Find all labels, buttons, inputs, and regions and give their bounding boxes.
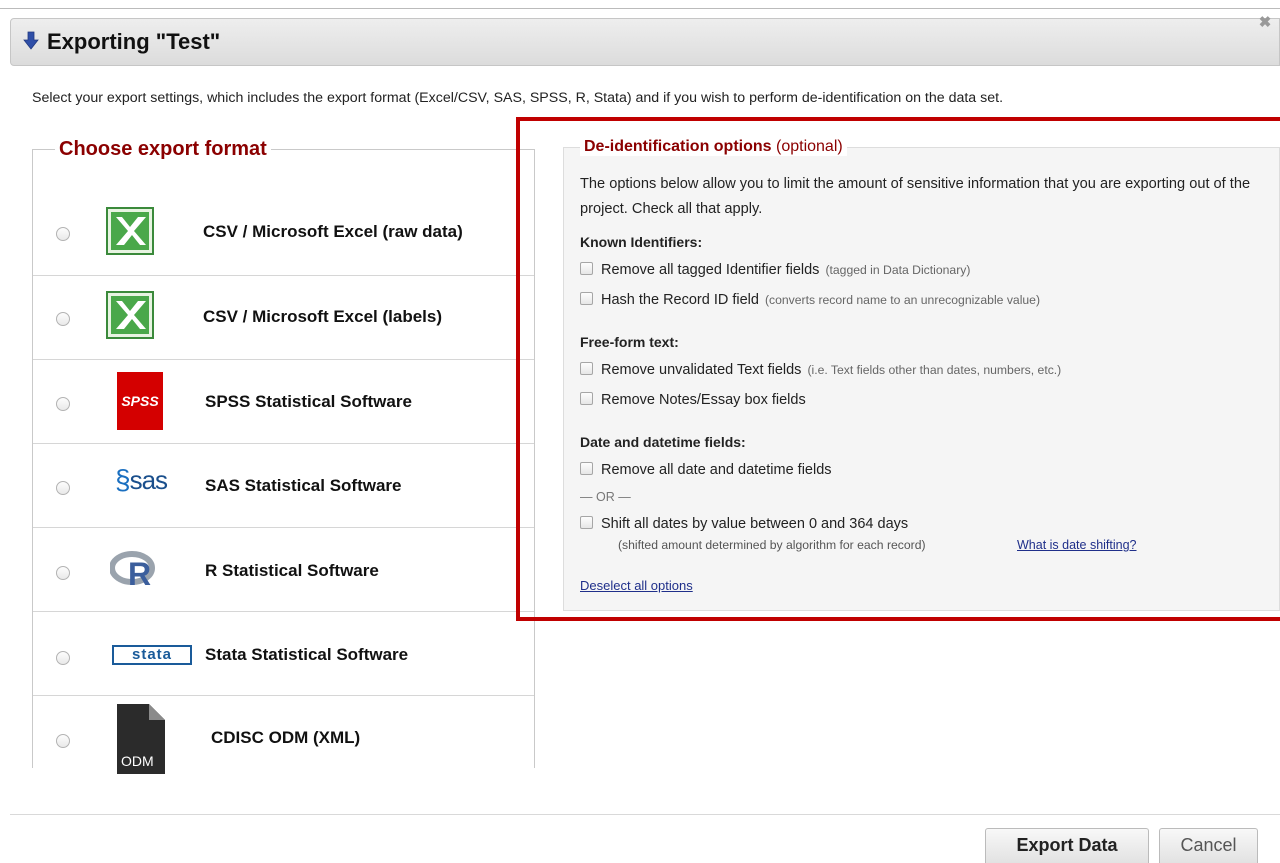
format-radio-r[interactable]: [56, 566, 70, 580]
format-radio-sas[interactable]: [56, 481, 70, 495]
export-data-button[interactable]: Export Data: [985, 828, 1149, 863]
format-label-cdisc: CDISC ODM (XML): [211, 728, 361, 747]
sas-logo-icon: §sas: [115, 464, 168, 495]
close-icon[interactable]: ✖: [1256, 14, 1274, 32]
r-logo-icon: R: [110, 551, 155, 592]
odm-file-text: ODM: [121, 753, 154, 769]
format-radio-csv-raw[interactable]: [56, 227, 70, 241]
top-divider: [0, 0, 1280, 9]
export-format-legend: Choose export format: [59, 138, 267, 160]
format-label-csv-raw: CSV / Microsoft Excel (raw data): [203, 222, 463, 241]
format-option-r[interactable]: R R Statistical Software: [33, 528, 534, 612]
dialog-titlebar[interactable]: Exporting "Test": [10, 18, 1280, 66]
format-option-csv-raw[interactable]: CSV / Microsoft Excel (raw data): [33, 192, 534, 276]
format-option-stata[interactable]: stata Stata Statistical Software: [33, 612, 534, 696]
format-label-r: R Statistical Software: [205, 561, 379, 580]
format-radio-csv-labels[interactable]: [56, 312, 70, 326]
format-option-spss[interactable]: SPSS SPSS Statistical Software: [33, 360, 534, 444]
format-radio-cdisc[interactable]: [56, 734, 70, 748]
format-radio-stata[interactable]: [56, 651, 70, 665]
stata-logo-icon: stata: [112, 645, 192, 665]
footer-divider: [10, 814, 1280, 815]
sas-logo-text: sas: [129, 465, 168, 495]
excel-icon: [106, 291, 154, 339]
export-format-panel: Choose export format CSV / Microsoft Exc…: [32, 138, 535, 780]
excel-icon: [106, 207, 154, 255]
format-option-csv-labels[interactable]: CSV / Microsoft Excel (labels): [33, 276, 534, 360]
format-label-stata: Stata Statistical Software: [205, 645, 409, 664]
format-radio-spss[interactable]: [56, 397, 70, 411]
format-label-csv-labels: CSV / Microsoft Excel (labels): [203, 307, 443, 326]
format-label-sas: SAS Statistical Software: [205, 476, 402, 495]
r-logo-text: R: [128, 556, 151, 592]
format-option-sas[interactable]: §sas SAS Statistical Software: [33, 444, 534, 528]
spss-logo-icon: SPSS: [117, 372, 163, 430]
intro-text: Select your export settings, which inclu…: [32, 90, 1004, 106]
cancel-button[interactable]: Cancel: [1159, 828, 1258, 863]
format-label-spss: SPSS Statistical Software: [205, 392, 412, 411]
dialog-title: Exporting "Test": [47, 29, 221, 54]
format-option-cdisc[interactable]: ODM CDISC ODM (XML): [33, 696, 534, 780]
arrow-down-icon: [23, 31, 39, 50]
odm-file-icon: ODM: [117, 704, 165, 774]
highlight-box: [516, 117, 1280, 621]
